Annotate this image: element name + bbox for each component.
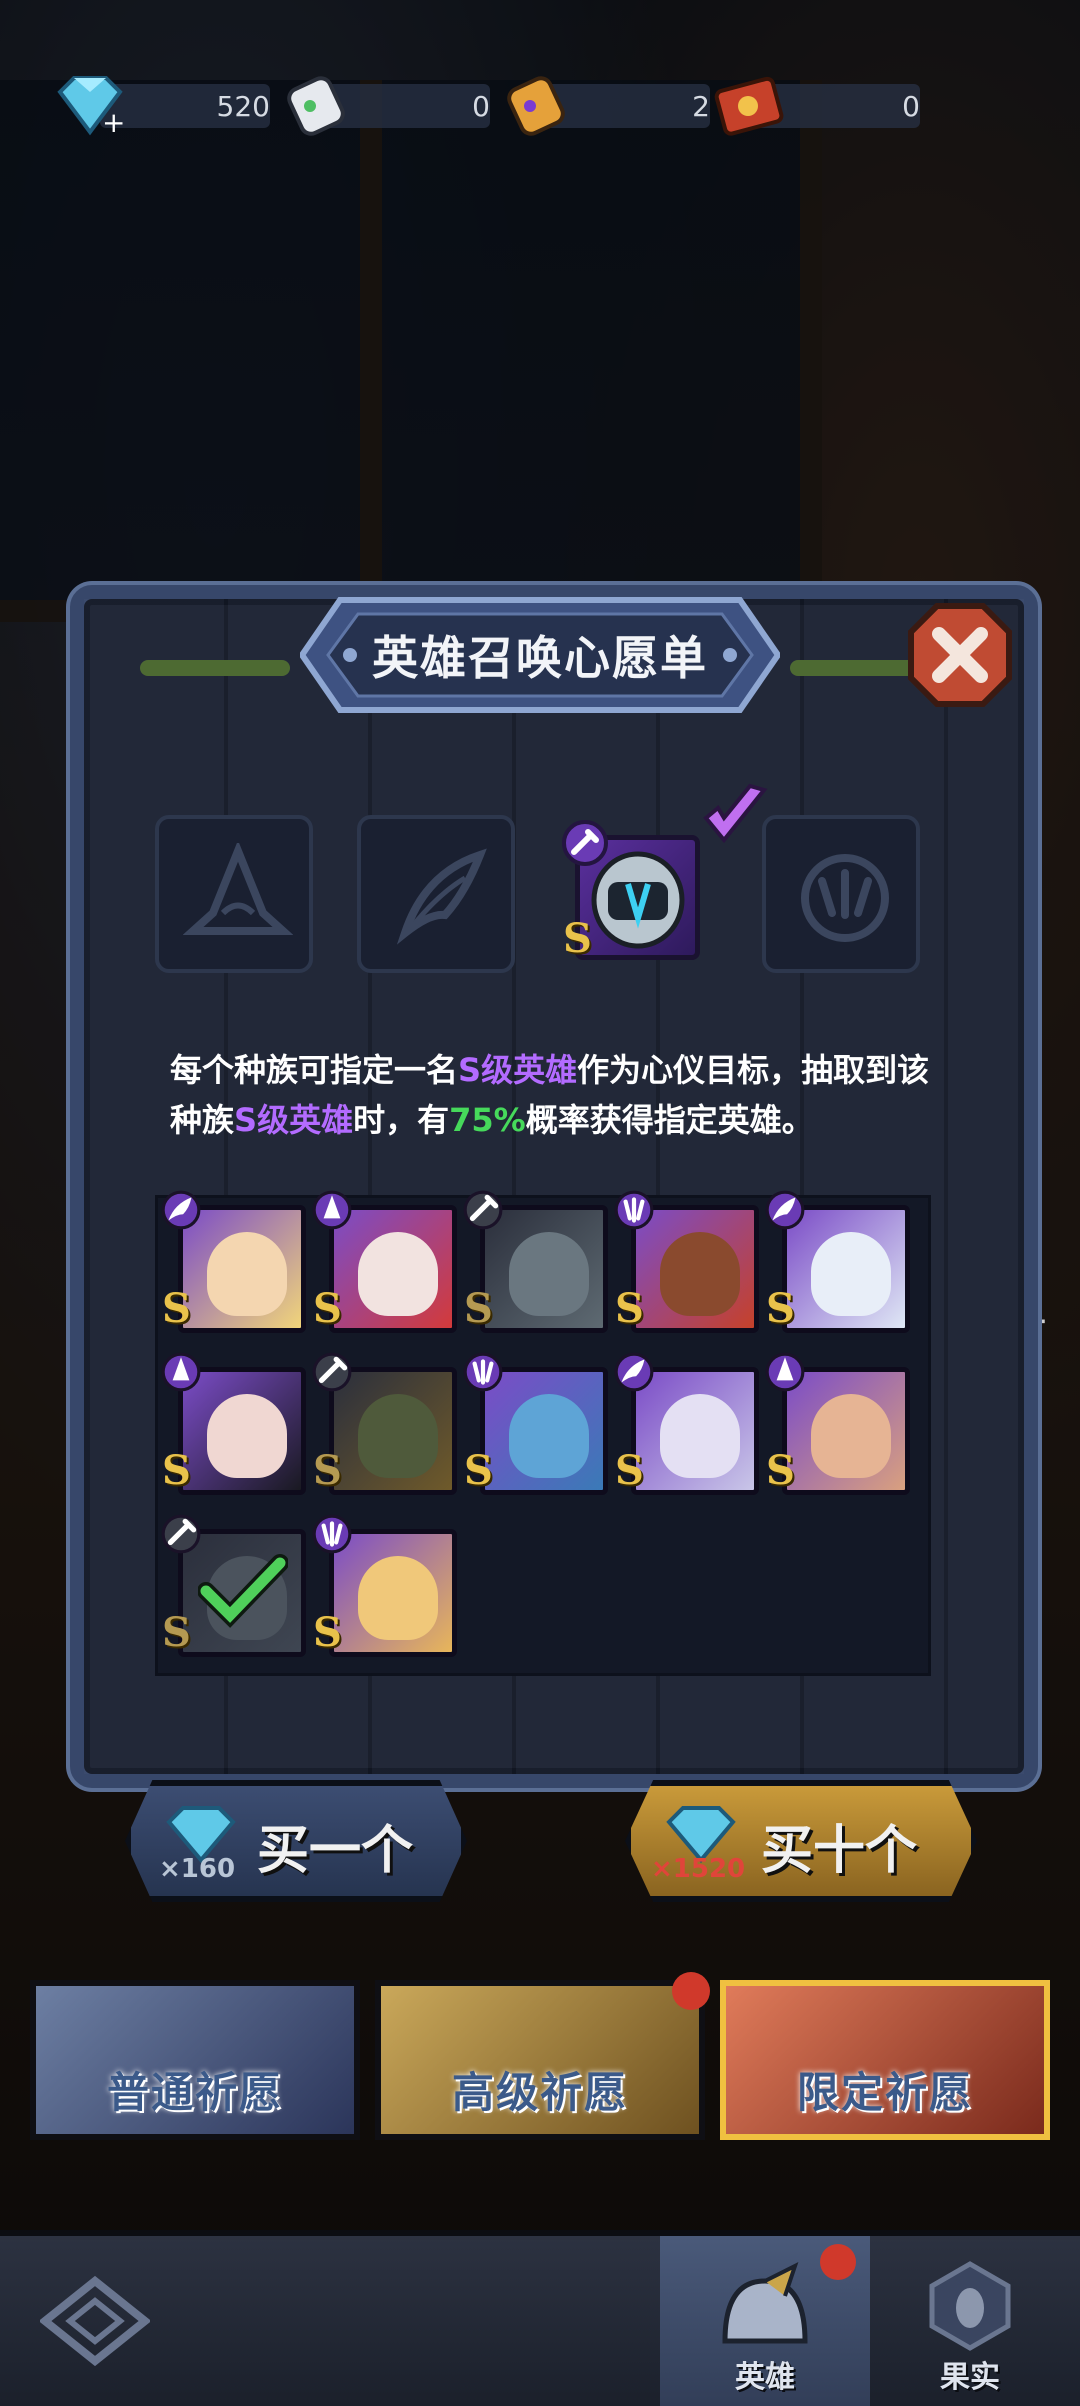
wing-race-icon bbox=[614, 1352, 654, 1392]
beast-claw-icon bbox=[801, 854, 889, 942]
banner-limited-wish[interactable]: 限定祈愿 bbox=[720, 1980, 1050, 2140]
nav-hero-label: 英雄 bbox=[735, 2360, 795, 2395]
advanced-scroll-count: 2 bbox=[692, 90, 710, 123]
desc-probability: 75% bbox=[449, 1101, 526, 1139]
beast-race-icon bbox=[312, 1514, 352, 1554]
nav-fruit-label: 果实 bbox=[940, 2360, 1000, 2395]
modal-title: 英雄召唤心愿单 bbox=[372, 631, 708, 685]
currency-diamond[interactable]: + 520 bbox=[50, 70, 270, 140]
hero-portrait bbox=[509, 1232, 589, 1316]
hero-rank-label: S bbox=[313, 1447, 342, 1494]
buy-one-button[interactable]: ×160 买一个 bbox=[125, 1780, 467, 1902]
hero-portrait bbox=[207, 1232, 287, 1316]
selected-checkmark-icon bbox=[703, 783, 768, 844]
wishlist-description: 每个种族可指定一名S级英雄作为心仪目标，抽取到该种族S级英雄时，有75%概率获得… bbox=[170, 1045, 930, 1145]
limited-ticket-count: 0 bbox=[902, 90, 920, 123]
hero-rank-label: S bbox=[464, 1447, 493, 1494]
beast-race-icon bbox=[463, 1352, 503, 1392]
check-icon bbox=[198, 1554, 288, 1628]
desc-highlight-s-hero: S级英雄 bbox=[458, 1051, 578, 1089]
title-plate: 英雄召唤心愿单 bbox=[298, 590, 782, 720]
normal-scroll-count: 0 bbox=[472, 90, 490, 123]
currency-bar: + 520 0 2 0 bbox=[50, 70, 930, 140]
buy-ten-label: 买十个 bbox=[761, 1821, 918, 1881]
beast-race-icon bbox=[614, 1190, 654, 1230]
hero-portrait bbox=[811, 1394, 891, 1478]
advanced-scroll-icon bbox=[507, 76, 565, 136]
banner-normal-wish[interactable]: 普通祈愿 bbox=[30, 1980, 360, 2140]
currency-advanced-scroll[interactable]: 2 bbox=[500, 70, 710, 140]
desc-text: 时，有 bbox=[353, 1101, 450, 1139]
mech-race-icon bbox=[312, 1352, 352, 1392]
close-button[interactable] bbox=[905, 600, 1015, 710]
vine-left bbox=[140, 660, 290, 676]
hero-rank-label: S bbox=[162, 1609, 191, 1656]
hero-notification-dot bbox=[820, 2244, 856, 2280]
hero-rank-label: S bbox=[162, 1285, 191, 1332]
hero-portrait bbox=[811, 1232, 891, 1316]
nav-fruit-tab[interactable]: 果实 bbox=[880, 2236, 1060, 2406]
limited-ticket-icon bbox=[714, 76, 784, 136]
mage-race-icon bbox=[765, 1352, 805, 1392]
hero-portrait bbox=[660, 1232, 740, 1316]
currency-normal-scroll[interactable]: 0 bbox=[280, 70, 490, 140]
banner-normal-label: 普通祈愿 bbox=[106, 2068, 283, 2117]
buy-one-label: 买一个 bbox=[257, 1821, 414, 1881]
race-tab-wing[interactable] bbox=[357, 815, 515, 973]
logo-icon bbox=[40, 2276, 150, 2366]
mage-race-icon bbox=[312, 1190, 352, 1230]
hero-rank-label: S bbox=[615, 1447, 644, 1494]
mage-race-icon bbox=[161, 1352, 201, 1392]
desc-highlight-s-hero: S级英雄 bbox=[234, 1101, 354, 1139]
mech-race-badge-icon bbox=[562, 820, 608, 866]
buy-ten-cost: ×1520 bbox=[651, 1854, 746, 1884]
hero-rank-label: S bbox=[313, 1609, 342, 1656]
banner-advanced-label: 高级祈愿 bbox=[451, 2068, 628, 2117]
diamond-icon: + bbox=[57, 76, 125, 139]
diamond-count: 520 bbox=[216, 90, 270, 123]
svg-text:+: + bbox=[102, 106, 125, 139]
close-icon bbox=[908, 603, 1012, 707]
nav-hero-tab[interactable]: 英雄 bbox=[660, 2236, 870, 2406]
hero-rank-label: S bbox=[162, 1447, 191, 1494]
hero-portrait bbox=[207, 1394, 287, 1478]
race-tab-wizard[interactable] bbox=[155, 815, 313, 973]
race-tab-beast[interactable] bbox=[762, 815, 920, 973]
buy-ten-button[interactable]: ×1520 买十个 bbox=[625, 1780, 977, 1902]
normal-scroll-icon bbox=[287, 76, 345, 136]
hero-portrait bbox=[509, 1394, 589, 1478]
currency-limited-ticket[interactable]: 0 bbox=[710, 70, 920, 140]
hero-rank-label: S bbox=[615, 1285, 644, 1332]
mech-race-icon bbox=[161, 1514, 201, 1554]
buy-one-cost: ×160 bbox=[159, 1854, 236, 1884]
wizard-hat-icon bbox=[183, 843, 293, 935]
bottom-nav: 英雄 果实 bbox=[0, 2230, 1080, 2406]
hero-portrait bbox=[358, 1556, 438, 1640]
fruit-icon bbox=[929, 2261, 1011, 2351]
hero-rank-label: S bbox=[766, 1285, 795, 1332]
hero-rank-label: S bbox=[313, 1285, 342, 1332]
banner-limited-label: 限定祈愿 bbox=[796, 2068, 973, 2117]
hero-rank-label: S bbox=[766, 1447, 795, 1494]
desc-text: 概率获得指定英雄。 bbox=[525, 1101, 814, 1139]
desc-text: 每个种族可指定一名 bbox=[170, 1051, 459, 1089]
hero-portrait bbox=[358, 1232, 438, 1316]
hero-helmet-icon bbox=[722, 2262, 808, 2344]
wing-race-icon bbox=[765, 1190, 805, 1230]
hero-rank-label: S bbox=[464, 1285, 493, 1332]
wing-icon bbox=[396, 848, 487, 945]
selected-hero-rank: S bbox=[563, 915, 592, 962]
hero-portrait bbox=[358, 1394, 438, 1478]
wing-race-icon bbox=[161, 1190, 201, 1230]
advanced-notification-dot bbox=[672, 1972, 710, 2010]
banner-advanced-wish[interactable]: 高级祈愿 bbox=[375, 1980, 705, 2140]
mech-race-icon bbox=[463, 1190, 503, 1230]
hero-portrait bbox=[660, 1394, 740, 1478]
nav-logo[interactable] bbox=[20, 2236, 170, 2406]
